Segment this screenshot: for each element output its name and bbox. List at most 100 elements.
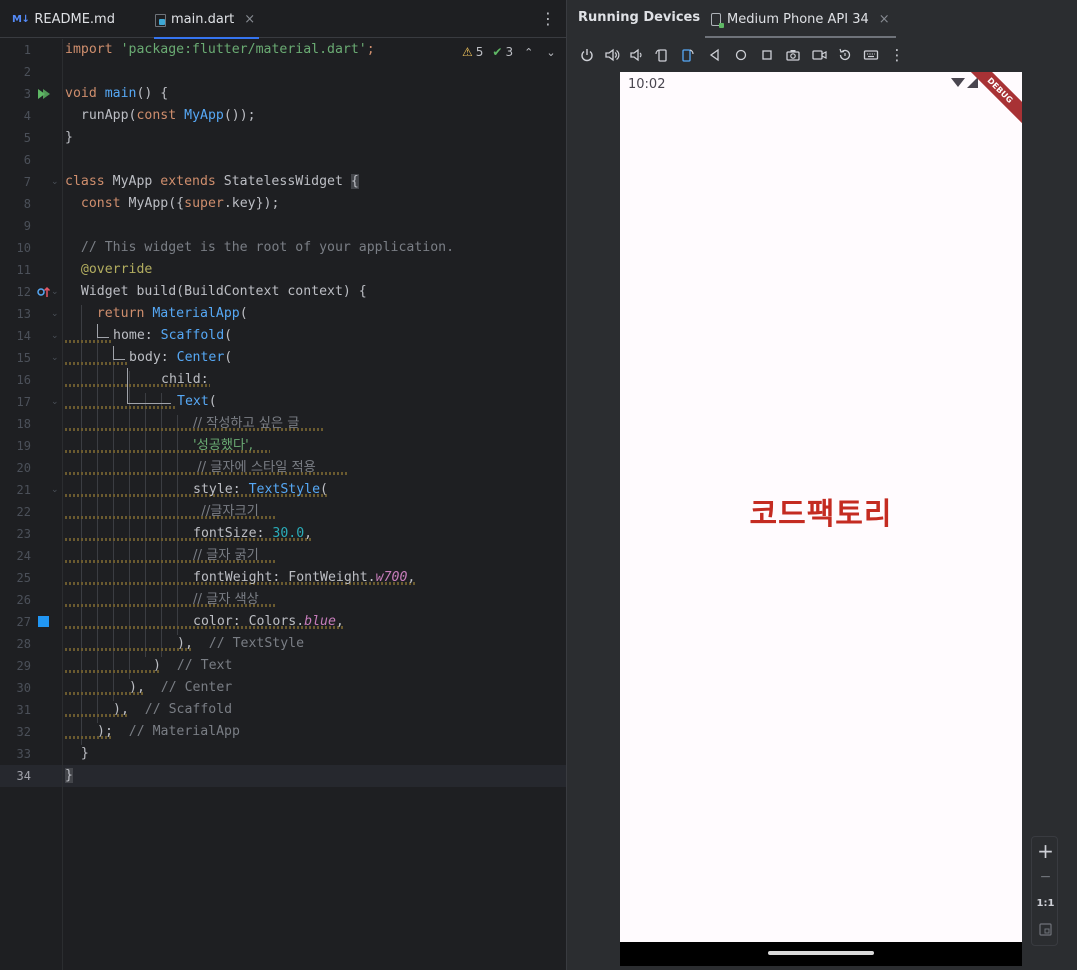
code-line: // 글자 색상 [193,592,259,607]
back-icon[interactable] [707,47,723,63]
line-number: 21 [16,483,31,497]
tab-label: Medium Phone API 34 [727,11,869,27]
fold-icon[interactable]: ⌄ [51,310,59,319]
lint-underline [65,648,193,651]
line-number: 9 [23,219,31,233]
line-number: 13 [16,307,31,321]
screen-record-icon[interactable] [811,47,827,63]
chevron-down-icon[interactable]: ⌄ [546,46,555,59]
phone-screen[interactable]: 10:02 DEBUG 코드팩토리 [620,72,1022,966]
widget-tree-guide [97,324,109,338]
lint-underline [65,670,161,673]
fold-icon[interactable]: ⌄ [51,178,59,187]
tab-medium-phone[interactable]: Medium Phone API 34 × [705,0,896,38]
more-options-icon[interactable]: ⋮ [540,10,556,28]
code-line: void main() { [65,86,169,101]
markdown-icon: M↓ [12,13,30,25]
home-icon[interactable] [733,47,749,63]
tab-readme[interactable]: M↓ README.md [12,0,115,38]
home-gesture-handle[interactable] [768,951,874,955]
code-line: // 글자 굵기 [193,548,259,563]
code-line: ), // Center [129,680,233,695]
code-line: Widget build(BuildContext context) { [80,284,367,299]
gesture-nav-bar [620,942,1022,966]
keyboard-icon[interactable] [863,47,879,63]
line-number: 25 [16,571,31,585]
code-line: ), // TextStyle [177,636,305,651]
lint-underline [65,406,175,409]
fold-icon[interactable]: ⌄ [51,354,59,363]
code-line: ) // Text [153,658,233,673]
line-number: 23 [16,527,31,541]
zoom-fit-icon[interactable] [1039,923,1052,936]
line-number: 31 [16,703,31,717]
inspection-widget[interactable]: ⚠ 5 ✔ 3 ⌃ ⌄ [462,44,556,60]
weak-warning-count: 3 [505,45,514,59]
screenshot-icon[interactable] [785,47,801,63]
more-icon[interactable]: ⋮ [889,47,905,63]
widget-tree-guide [113,346,125,360]
line-number: 17 [16,395,31,409]
override-icon[interactable] [37,286,51,298]
reset-icon[interactable] [837,47,853,63]
run-icon[interactable] [37,88,51,100]
code-line: import 'package:flutter/material.dart'; [65,42,375,57]
line-number: 22 [16,505,31,519]
lint-underline [65,362,129,365]
line-number: 30 [16,681,31,695]
line-number: 1 [23,43,31,57]
gutter-separator [62,39,63,970]
line-number: 15 [16,351,31,365]
lint-underline [65,340,113,343]
code-editor[interactable]: M↓ README.md main.dart × ⋮ 1 2 3 4 5 6 7… [0,0,566,970]
line-number: 4 [23,109,31,123]
line-number: 24 [16,549,31,563]
line-number: 2 [23,65,31,79]
code-line: // 작성하고 싶은 글 [193,416,300,431]
code-line: fontWeight: FontWeight.w700, [193,570,416,585]
close-icon[interactable]: × [244,12,255,27]
code-line: style: TextStyle( [193,482,328,497]
indent-guide [145,393,146,657]
volume-down-icon[interactable] [628,47,644,63]
dart-file-icon [154,13,166,27]
zoom-out-button[interactable]: − [1032,865,1059,889]
line-number: 12 [16,285,31,299]
code-line: } [80,746,89,761]
zoom-actual-size-button[interactable]: 1:1 [1032,893,1059,915]
line-number: 16 [16,373,31,387]
line-number: 20 [16,461,31,475]
fold-icon[interactable]: ⌄ [51,486,59,495]
device-toolbar: ⋮ [567,40,1077,70]
zoom-in-button[interactable]: + [1032,839,1059,863]
rotate-left-icon[interactable] [654,47,670,63]
chevron-up-icon[interactable]: ⌃ [524,46,533,59]
app-centered-text: 코드팩토리 [749,497,893,532]
code-line: home: Scaffold( [113,328,233,343]
panel-title: Running Devices [578,10,701,25]
volume-up-icon[interactable] [604,47,620,63]
overview-icon[interactable] [759,47,775,63]
line-number: 29 [16,659,31,673]
wifi-icon [951,78,965,87]
indent-guide [161,393,162,657]
close-icon[interactable]: × [879,12,890,27]
zoom-controls: + − 1:1 [1031,836,1058,946]
line-number: 27 [16,615,31,629]
indent-guide [81,305,82,745]
warning-icon: ⚠ [462,45,473,59]
fold-icon[interactable]: ⌄ [51,288,59,297]
current-line-highlight [0,765,566,787]
fold-icon[interactable]: ⌄ [51,332,59,341]
code-line: runApp(const MyApp()); [65,108,256,123]
power-icon[interactable] [579,47,595,63]
indent-guide [177,415,178,635]
code-line: child: [161,372,209,387]
code-line: } [65,130,73,145]
status-bar-time: 10:02 [628,77,666,92]
code-line: const MyApp({super.key}); [80,196,280,211]
tab-main-dart[interactable]: main.dart × [154,0,260,39]
rotate-right-icon[interactable] [679,47,695,63]
fold-icon[interactable]: ⌄ [51,398,59,407]
color-swatch-icon[interactable] [38,616,49,627]
